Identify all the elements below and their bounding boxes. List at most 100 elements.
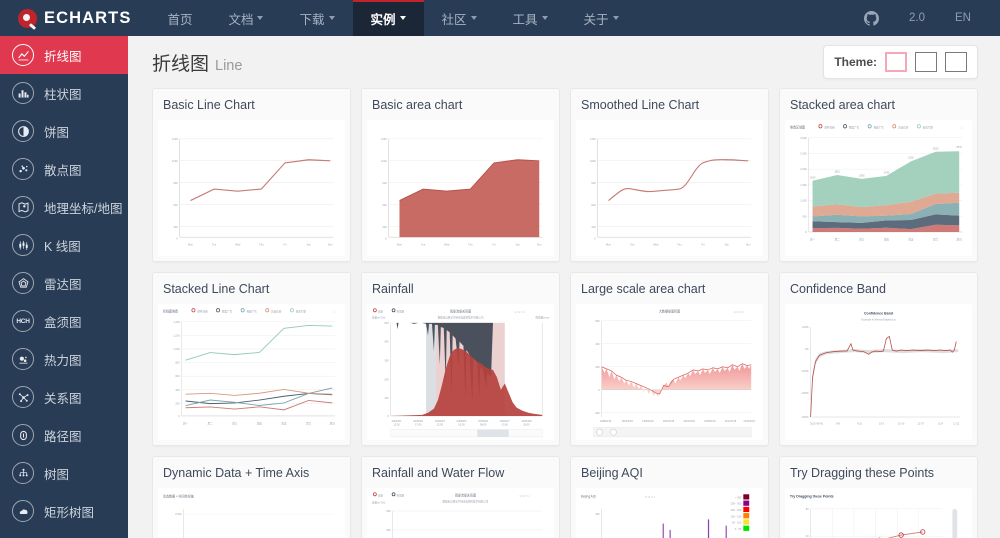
sidebar-item-pie[interactable]: 饼图 xyxy=(0,112,128,150)
nav-item-download[interactable]: 下载 xyxy=(281,0,352,36)
nav-item-label: 下载 xyxy=(299,12,325,27)
nav-item-home[interactable]: 首页 xyxy=(149,0,210,36)
svg-text:3,000: 3,000 xyxy=(800,136,807,140)
svg-text:900: 900 xyxy=(591,181,596,185)
sidebar-item-scatter[interactable]: 散点图 xyxy=(0,150,128,188)
toolbox-icon[interactable]: ▭ ▭ ◻ ⤓ xyxy=(515,310,526,313)
map-icon xyxy=(12,196,34,218)
example-card-dynamic-data[interactable]: Dynamic Data + Time Axis 动态数据 + 时间坐标轴 2,… xyxy=(152,456,351,538)
svg-text:Sat: Sat xyxy=(516,242,520,246)
sidebar-item-candlestick[interactable]: K 线图 xyxy=(0,226,128,264)
sidebar-item-treemap[interactable]: 矩形树图 xyxy=(0,492,128,530)
page-title: 折线图 Line xyxy=(152,49,242,76)
sidebar-item-tree[interactable]: 树图 xyxy=(0,454,128,492)
example-card-rainfall-water-flow[interactable]: Rainfall and Water Flow 流量 降雨量 流量(m^3/s)… xyxy=(361,456,560,538)
card-title: Basic Line Chart xyxy=(153,89,350,120)
card-thumbnail: 堆叠区域图 邮件营销 联盟广告 视频广告 直接访问 搜索引擎 ⤓ 3,000 2… xyxy=(785,120,972,256)
nav-item-examples[interactable]: 实例 xyxy=(352,0,424,36)
basic-line-thumb: 1400 1200 900 600 300 0 Mon Tue Wed Thu Fri Sat S… xyxy=(172,137,334,247)
example-card-large-scale-area[interactable]: Large scale area chart 大数据量面积图 ▭ ▭ ◻ ⤓ 6… xyxy=(570,272,769,446)
svg-text:0: 0 xyxy=(594,236,596,240)
main-nav: 首页 文档 下载 实例 社区 工具 关于 xyxy=(149,0,636,36)
datazoom-slider[interactable] xyxy=(390,429,543,438)
theme-swatch-dark[interactable] xyxy=(885,52,907,72)
svg-text:2016/9/18: 2016/9/18 xyxy=(744,419,756,423)
svg-text:联盟广告: 联盟广告 xyxy=(849,125,860,129)
svg-text:Sun: Sun xyxy=(537,242,542,246)
example-card-basic-line[interactable]: Basic Line Chart 1400 1200 900 600 300 0 xyxy=(152,88,351,262)
svg-text:直接访问: 直接访问 xyxy=(898,125,909,129)
svg-text:降雨量(mm): 降雨量(mm) xyxy=(536,316,550,320)
version-label: 2.0 xyxy=(909,12,926,24)
sidebar-item-line[interactable]: 折线图 xyxy=(0,36,128,74)
svg-text:1695: 1695 xyxy=(859,173,865,177)
top-nav-right: 2.0 EN xyxy=(849,0,1000,36)
svg-text:300: 300 xyxy=(591,225,596,229)
svg-text:周四: 周四 xyxy=(257,421,262,425)
sidebar-item-graph[interactable]: 关系图 xyxy=(0,378,128,416)
drag-points-thumb: Try Dragging these Points 80 40 xyxy=(790,494,958,538)
example-card-stacked-area[interactable]: Stacked area chart 堆叠区域图 邮件营销 联盟广告 视频广告 … xyxy=(779,88,978,262)
example-card-smoothed-line[interactable]: Smoothed Line Chart 1400 1200 900 600 300 0 xyxy=(570,88,769,262)
nav-item-community[interactable]: 社区 xyxy=(424,0,495,36)
toolbox-icon[interactable]: ▭ ▭ ◻ ⤓ xyxy=(645,495,656,498)
svg-text:1400: 1400 xyxy=(381,137,387,141)
svg-text:Thu: Thu xyxy=(468,242,473,246)
card-thumbnail: 大数据量面积图 ▭ ▭ ◻ ⤓ 600 400 200 0 -200 1988/… xyxy=(576,304,763,440)
card-thumbnail: 1400 1200 900 600 300 0 Mon Tue Wed Thu Fri Sat S… xyxy=(576,120,763,256)
svg-text:0: 0 xyxy=(387,414,389,418)
tree-icon xyxy=(12,462,34,484)
github-icon[interactable] xyxy=(849,10,894,26)
nav-item-tools[interactable]: 工具 xyxy=(495,0,566,36)
datazoom-slider[interactable] xyxy=(593,427,752,438)
echarts-logo-icon xyxy=(18,8,37,28)
svg-text:2004/9/18: 2004/9/18 xyxy=(684,419,696,423)
svg-text:-300%: -300% xyxy=(801,415,809,419)
svg-text:2012/9/18: 2012/9/18 xyxy=(725,419,737,423)
nav-item-about[interactable]: 关于 xyxy=(566,0,637,36)
sidebar-item-label: 饼图 xyxy=(44,125,70,140)
toolbox-icon[interactable]: ⤓ xyxy=(961,126,963,129)
brand-logo-link[interactable]: ECHARTS xyxy=(0,0,149,36)
example-card-confidence-band[interactable]: Confidence Band Confidence Band Example … xyxy=(779,272,978,446)
version-selector[interactable]: 2.0 xyxy=(894,12,940,24)
toolbox-icon[interactable]: ⤓ xyxy=(334,310,336,313)
toolbox-icon[interactable]: ▭ ▭ ◻ ⤓ xyxy=(733,310,744,313)
svg-text:视频广告: 视频广告 xyxy=(247,309,258,313)
treemap-icon xyxy=(12,500,34,522)
example-card-drag-points[interactable]: Try Dragging these Points Try Dragging t… xyxy=(779,456,978,538)
sidebar-item-bar[interactable]: 柱状图 xyxy=(0,74,128,112)
svg-text:周二: 周二 xyxy=(835,237,840,241)
svg-text:Mon: Mon xyxy=(397,242,402,246)
datazoom-handle-right[interactable] xyxy=(610,428,617,436)
datazoom-handle[interactable] xyxy=(477,429,509,437)
language-selector[interactable]: EN xyxy=(940,12,986,24)
svg-text:周一: 周一 xyxy=(810,237,815,241)
card-thumbnail: Confidence Band Example in MetricsGraphi… xyxy=(785,304,972,440)
svg-text:Sun: Sun xyxy=(746,242,751,246)
toolbox-icon[interactable]: ▭ ▭ ◻ ⤓ xyxy=(520,494,531,497)
card-title: Rainfall and Water Flow xyxy=(362,457,559,488)
example-card-basic-area[interactable]: Basic area chart 1400 1200 900 600 300 0 xyxy=(361,88,560,262)
visualmap-legend[interactable]: > 300 200 - 300 150 - 200 100 - 150 50 -… xyxy=(731,494,750,531)
svg-text:2570: 2570 xyxy=(956,145,962,149)
example-card-rainfall[interactable]: Rainfall 流量 降雨量 流量(m^3/s) 降雨量(mm) 雨量流量关系… xyxy=(361,272,560,446)
nav-item-docs[interactable]: 文档 xyxy=(210,0,281,36)
visualmap-slider[interactable] xyxy=(952,508,958,538)
theme-swatch-light[interactable] xyxy=(915,52,937,72)
sidebar-item-heatmap[interactable]: 热力图 xyxy=(0,340,128,378)
nav-item-label: 社区 xyxy=(441,12,467,27)
example-card-stacked-line[interactable]: Stacked Line Chart 折线图堆叠 邮件营销 联盟广告 视频广告 … xyxy=(152,272,351,446)
example-card-beijing-aqi[interactable]: Beijing AQI Beijing AQI ▭ ▭ ◻ ⤓ > 300 20… xyxy=(570,456,769,538)
chart-title: 雨量流量关系图 xyxy=(455,492,476,497)
sidebar-item-lines[interactable]: 路径图 xyxy=(0,416,128,454)
sidebar-item-map[interactable]: 地理坐标/地图 xyxy=(0,188,128,226)
scatter-icon xyxy=(12,158,34,180)
theme-swatch-vintage[interactable] xyxy=(945,52,967,72)
sidebar-item-boxplot[interactable]: HCH 盒须图 xyxy=(0,302,128,340)
svg-text:11-07: 11-07 xyxy=(918,421,925,425)
sidebar-item-radar[interactable]: 雷达图 xyxy=(0,264,128,302)
svg-text:1,000: 1,000 xyxy=(173,347,180,351)
svg-text:Mon: Mon xyxy=(188,242,193,246)
datazoom-handle-left[interactable] xyxy=(596,428,603,436)
